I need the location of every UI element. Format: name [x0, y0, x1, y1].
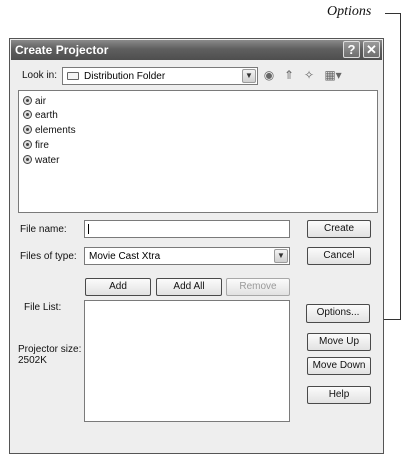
help-button[interactable]: Help	[307, 386, 371, 404]
folder-icon	[67, 72, 79, 80]
file-item-water[interactable]: water	[23, 154, 59, 167]
options-button[interactable]: Options...	[306, 304, 370, 323]
look-in-value: Distribution Folder	[84, 71, 166, 82]
file-browser-list[interactable]: air earth elements fire water	[18, 90, 378, 213]
file-list-label: File List:	[24, 302, 62, 313]
dialog-title: Create Projector	[15, 43, 109, 57]
chevron-down-icon[interactable]: ▼	[242, 69, 256, 83]
files-of-type-dropdown[interactable]: Movie Cast Xtra ▼	[84, 247, 290, 265]
move-down-button[interactable]: Move Down	[307, 357, 371, 375]
director-file-icon	[23, 96, 32, 105]
file-name-label: File name:	[20, 224, 67, 235]
file-item-earth[interactable]: earth	[23, 109, 58, 122]
move-up-button[interactable]: Move Up	[307, 333, 371, 351]
look-in-label: Look in:	[22, 70, 58, 81]
close-title-button[interactable]: ✕	[363, 41, 380, 58]
file-item-air[interactable]: air	[23, 95, 46, 108]
file-item-elements[interactable]: elements	[23, 124, 76, 137]
dialog-titlebar[interactable]: Create Projector ? ✕	[11, 40, 382, 60]
cancel-button[interactable]: Cancel	[307, 247, 371, 265]
remove-button[interactable]: Remove	[226, 278, 290, 296]
up-folder-icon[interactable]: ⇑	[282, 68, 296, 82]
look-in-dropdown[interactable]: Distribution Folder ▼	[62, 67, 258, 85]
callout-line-horizontal-top	[385, 13, 401, 14]
projector-size-value: 2502K	[18, 355, 47, 366]
files-of-type-value: Movie Cast Xtra	[89, 251, 161, 262]
add-all-button[interactable]: Add All	[156, 278, 222, 296]
text-caret	[88, 224, 89, 234]
options-callout-label: Options	[327, 4, 372, 19]
new-folder-icon[interactable]: ✧	[302, 68, 316, 82]
chevron-down-icon[interactable]: ▼	[274, 249, 288, 263]
back-icon[interactable]: ◉	[262, 68, 276, 82]
projector-size-label: Projector size:	[18, 344, 82, 355]
files-of-type-label: Files of type:	[20, 251, 77, 262]
create-button[interactable]: Create	[307, 220, 371, 238]
callout-line-vertical	[400, 13, 401, 320]
director-file-icon	[23, 110, 32, 119]
view-menu-icon[interactable]: ▦▾	[322, 68, 344, 82]
director-file-icon	[23, 125, 32, 134]
file-name-input[interactable]	[84, 220, 290, 238]
director-file-icon	[23, 140, 32, 149]
help-title-button[interactable]: ?	[343, 41, 360, 58]
file-item-fire[interactable]: fire	[23, 139, 49, 152]
director-file-icon	[23, 155, 32, 164]
file-list-box[interactable]	[84, 300, 290, 422]
add-button[interactable]: Add	[85, 278, 151, 296]
